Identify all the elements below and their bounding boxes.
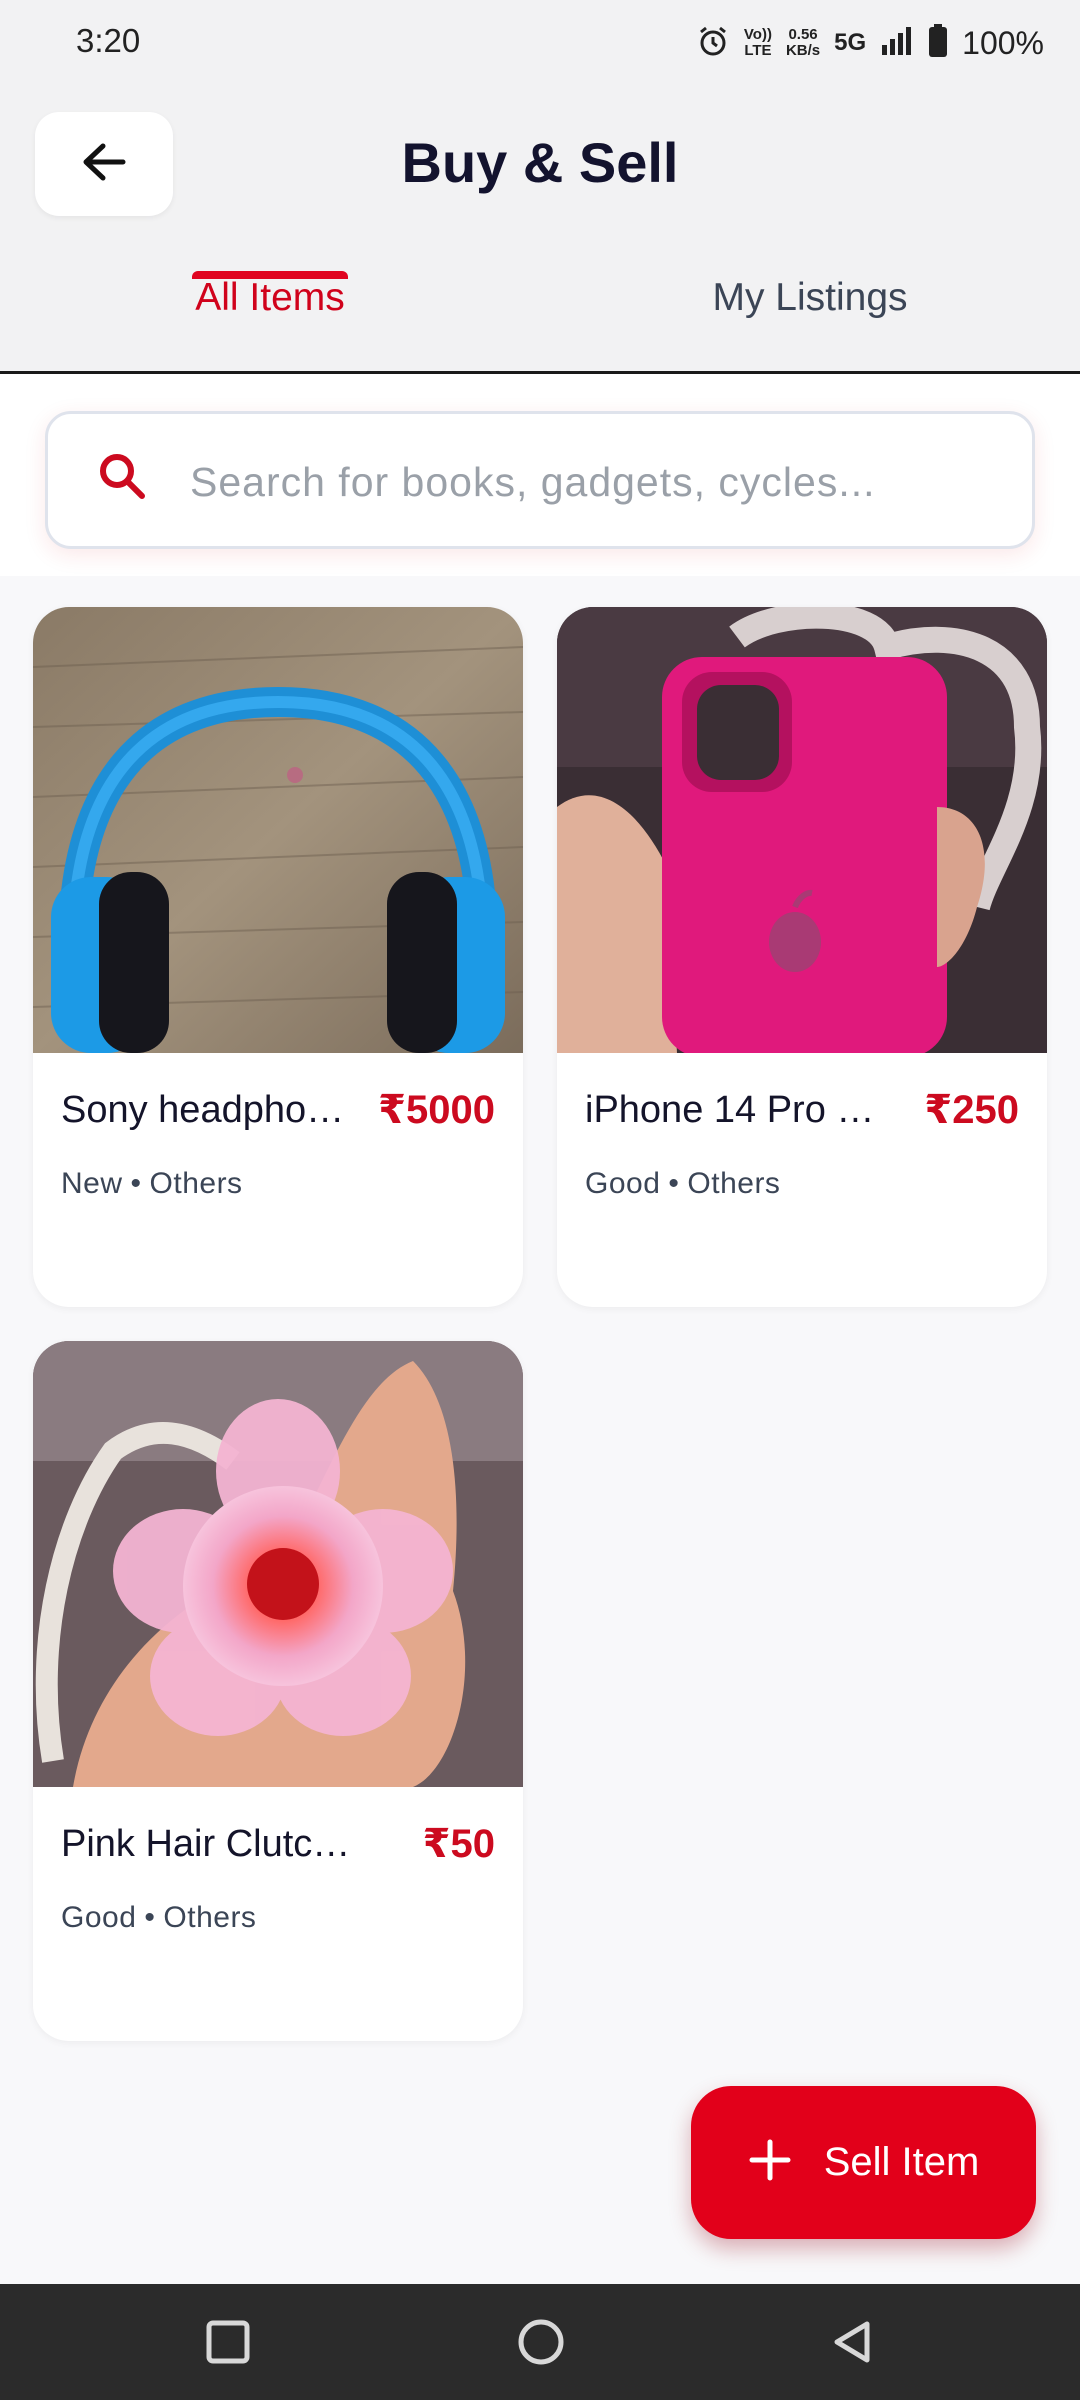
- item-meta: New • Others: [61, 1167, 243, 1201]
- item-image-iphone-case: [557, 607, 1047, 1053]
- sell-item-label: Sell Item: [823, 2140, 980, 2184]
- plus-icon: [748, 2138, 792, 2187]
- tab-bar: All Items My Listings: [0, 266, 1080, 374]
- search-bar[interactable]: [45, 411, 1035, 549]
- item-meta: Good • Others: [585, 1167, 780, 1201]
- item-title: Sony headphones: [61, 1089, 361, 1131]
- item-condition: Good: [61, 1901, 137, 1934]
- separator-dot: •: [668, 1167, 680, 1200]
- search-input[interactable]: [188, 442, 1012, 522]
- item-card[interactable]: Pink Hair Clutcher ₹50 Good • Others: [33, 1341, 523, 2041]
- square-icon: [206, 2320, 250, 2369]
- item-category: Others: [163, 1901, 257, 1934]
- signal-icon: [880, 25, 914, 62]
- search-icon: [96, 450, 148, 507]
- volte-top: Vo)): [743, 26, 772, 43]
- alarm-icon: [696, 24, 730, 63]
- item-title: iPhone 14 Pro Cover: [585, 1089, 885, 1131]
- page-title: Buy & Sell: [401, 131, 679, 194]
- status-bar: 3:20 Vo)) LTE 0.56 KB/s 5G 100%: [0, 0, 1080, 86]
- item-price: ₹250: [924, 1088, 1019, 1132]
- circle-icon: [516, 2317, 566, 2372]
- item-category: Others: [687, 1167, 781, 1200]
- active-tab-indicator: [192, 271, 348, 279]
- item-image-headphones: [33, 607, 523, 1053]
- triangle-back-icon: [829, 2319, 875, 2370]
- tab-all-items[interactable]: All Items: [0, 266, 540, 371]
- item-image-hair-clip: [33, 1341, 523, 1787]
- tab-label: All Items: [195, 276, 345, 319]
- network-speed: 0.56 KB/s: [786, 27, 820, 59]
- back-nav-button[interactable]: [822, 2314, 882, 2374]
- volte-bottom: LTE: [744, 42, 772, 59]
- item-condition: Good: [585, 1167, 661, 1200]
- item-card[interactable]: iPhone 14 Pro Cover ₹250 Good•Others: [557, 607, 1047, 1307]
- item-meta: Good • Others: [61, 1901, 256, 1935]
- item-card[interactable]: Sony headphones ₹5000 New • Others: [33, 607, 523, 1307]
- item-price: ₹5000: [378, 1088, 495, 1132]
- status-time: 3:20: [76, 22, 141, 59]
- item-category: Others: [149, 1167, 243, 1200]
- system-nav-bar: [0, 2284, 1080, 2400]
- tab-label: My Listings: [712, 276, 908, 319]
- volte-indicator: Vo)) LTE: [744, 27, 772, 59]
- home-button[interactable]: [511, 2314, 571, 2374]
- battery-icon: [928, 23, 948, 63]
- item-price: ₹50: [422, 1822, 495, 1866]
- status-icons: Vo)) LTE 0.56 KB/s 5G 100%: [696, 18, 1044, 68]
- item-condition: New: [61, 1167, 123, 1200]
- search-section: [0, 374, 1080, 576]
- battery-level: 100%: [962, 24, 1044, 61]
- separator-dot: •: [130, 1167, 142, 1200]
- network-type: 5G: [834, 29, 867, 56]
- speed-value: 0.56: [788, 26, 818, 43]
- tab-my-listings[interactable]: My Listings: [540, 266, 1080, 371]
- sell-item-button[interactable]: Sell Item: [691, 2086, 1036, 2239]
- speed-unit: KB/s: [785, 42, 821, 59]
- header: Buy & Sell All Items My Listings: [0, 86, 1080, 374]
- separator-dot: •: [144, 1901, 156, 1934]
- recents-button[interactable]: [198, 2314, 258, 2374]
- item-title: Pink Hair Clutcher: [61, 1823, 361, 1865]
